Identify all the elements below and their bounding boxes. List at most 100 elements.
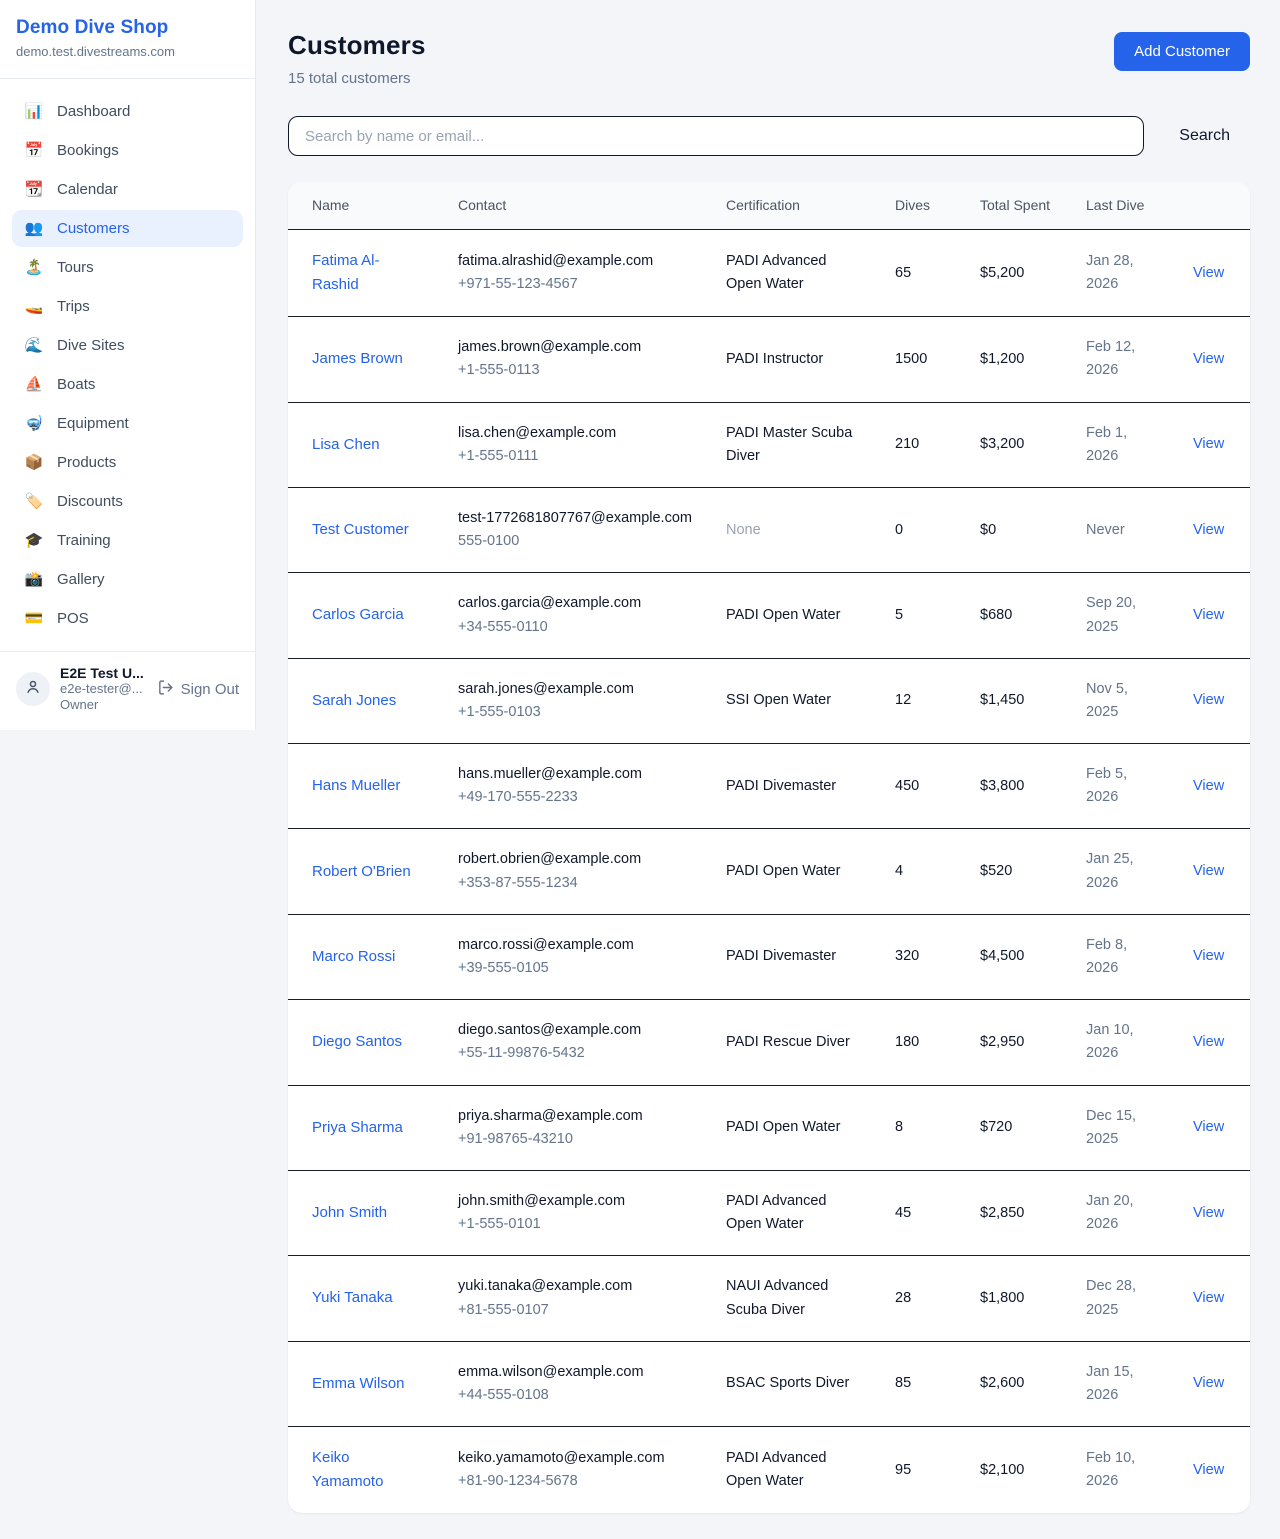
view-customer-link[interactable]: View (1193, 692, 1224, 708)
sidebar: Demo Dive Shop demo.test.divestreams.com… (0, 0, 256, 730)
customer-name-link[interactable]: Hans Mueller (312, 774, 400, 798)
view-customer-link[interactable]: View (1193, 1290, 1224, 1306)
view-customer-link[interactable]: View (1193, 948, 1224, 964)
customer-email: diego.santos@example.com (458, 1019, 694, 1042)
customer-last-dive: Jan 25, 2026 (1086, 851, 1134, 890)
customer-phone: +1-555-0103 (458, 701, 694, 724)
customer-name-link[interactable]: Emma Wilson (312, 1372, 405, 1396)
view-customer-link[interactable]: View (1193, 1375, 1224, 1391)
customer-phone: +971-55-123-4567 (458, 273, 694, 296)
customer-dives: 450 (895, 778, 919, 794)
customer-email: yuki.tanaka@example.com (458, 1275, 694, 1298)
nav-item-icon: 👥 (24, 221, 44, 236)
search-button[interactable]: Search (1171, 121, 1238, 151)
add-customer-button[interactable]: Add Customer (1114, 32, 1250, 71)
nav-item-icon: 📸 (24, 572, 44, 587)
customer-last-dive: Feb 10, 2026 (1086, 1450, 1135, 1489)
view-customer-link[interactable]: View (1193, 863, 1224, 879)
customer-phone: +1-555-0101 (458, 1213, 694, 1236)
sidebar-nav: 📊 Dashboard 📅 Bookings 📆 Calendar 👥 Cust… (0, 79, 255, 651)
search-input[interactable] (288, 116, 1144, 156)
view-customer-link[interactable]: View (1193, 607, 1224, 623)
customer-certification: NAUI Advanced Scuba Diver (726, 1278, 828, 1317)
sidebar-nav-item[interactable]: 📊 Dashboard (12, 93, 243, 130)
view-customer-link[interactable]: View (1193, 1205, 1224, 1221)
customer-name-link[interactable]: Test Customer (312, 518, 409, 542)
customer-name-link[interactable]: John Smith (312, 1201, 387, 1225)
nav-item-icon: 📦 (24, 455, 44, 470)
sidebar-nav-item[interactable]: 🏝️ Tours (12, 249, 243, 286)
sign-out-button[interactable]: Sign Out (157, 679, 239, 700)
customer-name-link[interactable]: Lisa Chen (312, 433, 380, 457)
table-row: Hans Mueller hans.mueller@example.com +4… (288, 744, 1250, 829)
view-customer-link[interactable]: View (1193, 778, 1224, 794)
sidebar-nav-item[interactable]: 📦 Products (12, 444, 243, 481)
customer-certification: PADI Advanced Open Water (726, 1450, 827, 1489)
customer-email: keiko.yamamoto@example.com (458, 1447, 694, 1470)
nav-item-label: Gallery (57, 571, 105, 588)
app-root: Demo Dive Shop demo.test.divestreams.com… (0, 0, 1280, 1539)
customer-name-link[interactable]: Priya Sharma (312, 1116, 403, 1140)
customer-phone: +81-90-1234-5678 (458, 1470, 694, 1493)
customer-certification: PADI Master Scuba Diver (726, 425, 852, 464)
customer-name-link[interactable]: Yuki Tanaka (312, 1286, 393, 1310)
customer-dives: 210 (895, 436, 919, 452)
sidebar-nav-item[interactable]: 🎓 Training (12, 522, 243, 559)
sidebar-nav-item[interactable]: 🌊 Dive Sites (12, 327, 243, 364)
sidebar-nav-item[interactable]: 📸 Gallery (12, 561, 243, 598)
sidebar-nav-item[interactable]: 💳 POS (12, 600, 243, 637)
page-title: Customers (288, 30, 426, 61)
sidebar-nav-item[interactable]: 🚤 Trips (12, 288, 243, 325)
table-row: Lisa Chen lisa.chen@example.com +1-555-0… (288, 402, 1250, 487)
column-header-contact: Contact (434, 182, 702, 230)
customer-last-dive: Dec 15, 2025 (1086, 1108, 1136, 1147)
sidebar-nav-item[interactable]: 📆 Calendar (12, 171, 243, 208)
customer-total-spent: $2,850 (980, 1205, 1024, 1221)
customer-name-link[interactable]: Marco Rossi (312, 945, 395, 969)
view-customer-link[interactable]: View (1193, 265, 1224, 281)
search-bar: Search (288, 116, 1250, 156)
view-customer-link[interactable]: View (1193, 351, 1224, 367)
customer-total-spent: $1,450 (980, 692, 1024, 708)
view-customer-link[interactable]: View (1193, 1119, 1224, 1135)
shop-domain: demo.test.divestreams.com (16, 44, 239, 59)
view-customer-link[interactable]: View (1193, 1462, 1224, 1478)
sidebar-nav-item[interactable]: 🤿 Equipment (12, 405, 243, 442)
nav-item-label: Calendar (57, 181, 118, 198)
nav-item-icon: 💳 (24, 611, 44, 626)
customer-total-spent: $720 (980, 1119, 1012, 1135)
nav-item-icon: ⛵ (24, 377, 44, 392)
customer-total-spent: $4,500 (980, 948, 1024, 964)
customer-name-link[interactable]: Fatima Al-Rashid (312, 249, 416, 297)
nav-item-icon: 🏝️ (24, 260, 44, 275)
customer-name-link[interactable]: Carlos Garcia (312, 603, 404, 627)
sidebar-nav-item[interactable]: ⛵ Boats (12, 366, 243, 403)
view-customer-link[interactable]: View (1193, 1034, 1224, 1050)
customer-certification: PADI Advanced Open Water (726, 253, 827, 292)
customer-email: fatima.alrashid@example.com (458, 250, 694, 273)
customer-last-dive: Never (1086, 522, 1125, 538)
customer-total-spent: $2,600 (980, 1375, 1024, 1391)
customer-name-link[interactable]: Keiko Yamamoto (312, 1446, 416, 1494)
customer-certification: PADI Open Water (726, 863, 840, 879)
customer-name-link[interactable]: Diego Santos (312, 1030, 402, 1054)
table-row: Yuki Tanaka yuki.tanaka@example.com +81-… (288, 1256, 1250, 1341)
customer-name-link[interactable]: Robert O'Brien (312, 860, 411, 884)
sidebar-nav-item[interactable]: 📅 Bookings (12, 132, 243, 169)
sidebar-nav-item[interactable]: 🏷️ Discounts (12, 483, 243, 520)
customer-name-link[interactable]: Sarah Jones (312, 689, 396, 713)
column-header-name: Name (288, 182, 434, 230)
customer-email: emma.wilson@example.com (458, 1361, 694, 1384)
table-row: James Brown james.brown@example.com +1-5… (288, 317, 1250, 402)
customer-last-dive: Jan 20, 2026 (1086, 1193, 1134, 1232)
sidebar-nav-item[interactable]: 👥 Customers (12, 210, 243, 247)
customer-total-spent: $5,200 (980, 265, 1024, 281)
table-row: Emma Wilson emma.wilson@example.com +44-… (288, 1341, 1250, 1426)
customer-certification: PADI Instructor (726, 351, 823, 367)
customer-phone: +91-98765-43210 (458, 1128, 694, 1151)
customer-phone: 555-0100 (458, 530, 694, 553)
customer-name-link[interactable]: James Brown (312, 347, 403, 371)
view-customer-link[interactable]: View (1193, 436, 1224, 452)
view-customer-link[interactable]: View (1193, 522, 1224, 538)
customer-total-spent: $0 (980, 522, 996, 538)
